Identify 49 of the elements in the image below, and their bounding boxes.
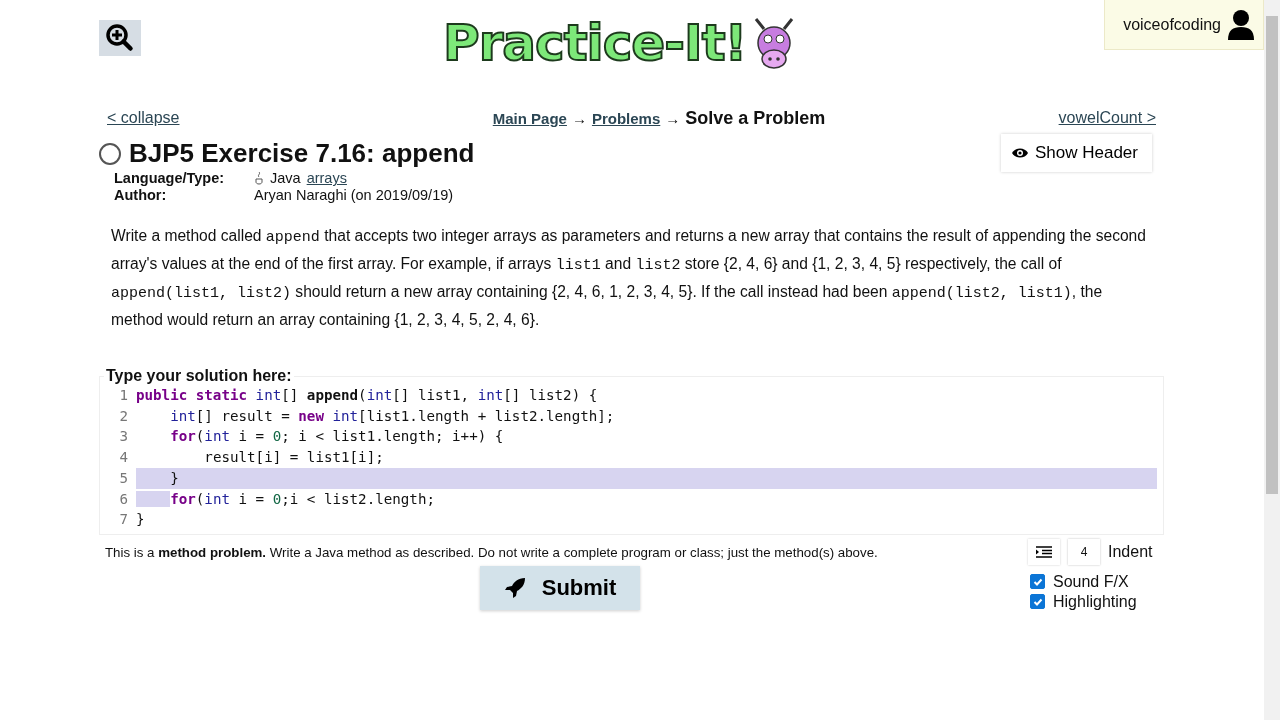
code-line: for(int i = 0; i < list1.length; i++) { — [169, 427, 505, 447]
problem-title: BJP5 Exercise 7.16: append — [129, 138, 475, 169]
checkbox[interactable] — [1030, 574, 1045, 590]
code-line: public static int[] append(int[] list1, int[] list2) { — [136, 386, 599, 405]
checkbox[interactable] — [1030, 594, 1045, 610]
option-label: Highlighting — [1053, 592, 1137, 611]
problem-description: Write a method called append that accepts two integer arrays as parameters and returns a new array that contains the result of appending the second array's values at the end of the first array. For example, if arrays list1 and list2 store {2, 4, 6} and {1, 2, 3, 4, 5} respectively, the call of append(list1, list2) should return a new array containing {2, 4, 6, 1, 2, 3, 4, 5}. If the call instead had been append(list2, list1), the method would return an array containing {1, 2, 3, 4, 5, 2, 4, 6}. — [111, 226, 1147, 330]
category-link[interactable]: arrays — [306, 170, 347, 186]
rocket-icon — [503, 576, 526, 599]
checkmark-icon — [1032, 576, 1043, 587]
breadcrumb-link[interactable]: Main Page — [492, 109, 567, 127]
meta-value: Java — [270, 170, 301, 186]
username[interactable]: voiceofcoding — [1123, 15, 1221, 34]
code-line: for(int i = 0;i < list2.length; — [136, 488, 1157, 510]
checkmark-icon — [1032, 596, 1043, 607]
code-line: int[] result = new int[list1.length + list2.length]; — [169, 406, 616, 426]
line-number: 1 — [118, 386, 129, 405]
line-number: 2 — [118, 406, 129, 426]
show-header-button[interactable]: Show Header — [1001, 134, 1152, 172]
user-icon — [1227, 8, 1255, 41]
meta-label: Author: — [114, 187, 168, 203]
coffee-cup-icon — [254, 171, 264, 185]
code-line: result[i] = list1[i]; — [203, 448, 385, 468]
breadcrumb-separator: → — [665, 109, 681, 127]
collapse-link[interactable]: < collapse — [107, 109, 180, 127]
breadcrumb-separator: → — [571, 109, 587, 127]
indent-label: Indent — [1108, 542, 1153, 561]
next-problem-link[interactable]: vowelCount > — [1058, 109, 1156, 127]
option-label: Sound F/X — [1053, 572, 1129, 591]
indent-button[interactable] — [1028, 538, 1060, 565]
zoom-in-button[interactable] — [99, 20, 141, 56]
meta-label: Language/Type: — [114, 170, 226, 186]
line-number: 4 — [118, 448, 129, 468]
hint-text: This is a method problem. Write a Java method as described. Do not write a complete program or class; just the method(s) above. — [105, 544, 878, 560]
breadcrumb-link[interactable]: Problems — [591, 109, 661, 127]
user-panel[interactable]: voiceofcoding — [1104, 0, 1264, 50]
eye-icon — [1011, 147, 1029, 159]
submit-button[interactable]: Submit — [480, 565, 640, 610]
indent-field[interactable]: 4 — [1068, 538, 1100, 565]
scrollbar[interactable] — [1264, 0, 1280, 720]
code-line: } — [136, 510, 146, 530]
current-page: Solve a Problem — [685, 107, 826, 129]
meta-value: Aryan Naraghi (on 2019/09/19) — [254, 187, 454, 203]
line-number: 3 — [118, 427, 129, 447]
line-number: 7 — [118, 510, 129, 530]
indent-icon — [1036, 545, 1052, 558]
editor-legend: Type your solution here: — [104, 367, 294, 385]
line-number: 6 — [118, 489, 129, 509]
line-number: 5 — [118, 468, 129, 488]
